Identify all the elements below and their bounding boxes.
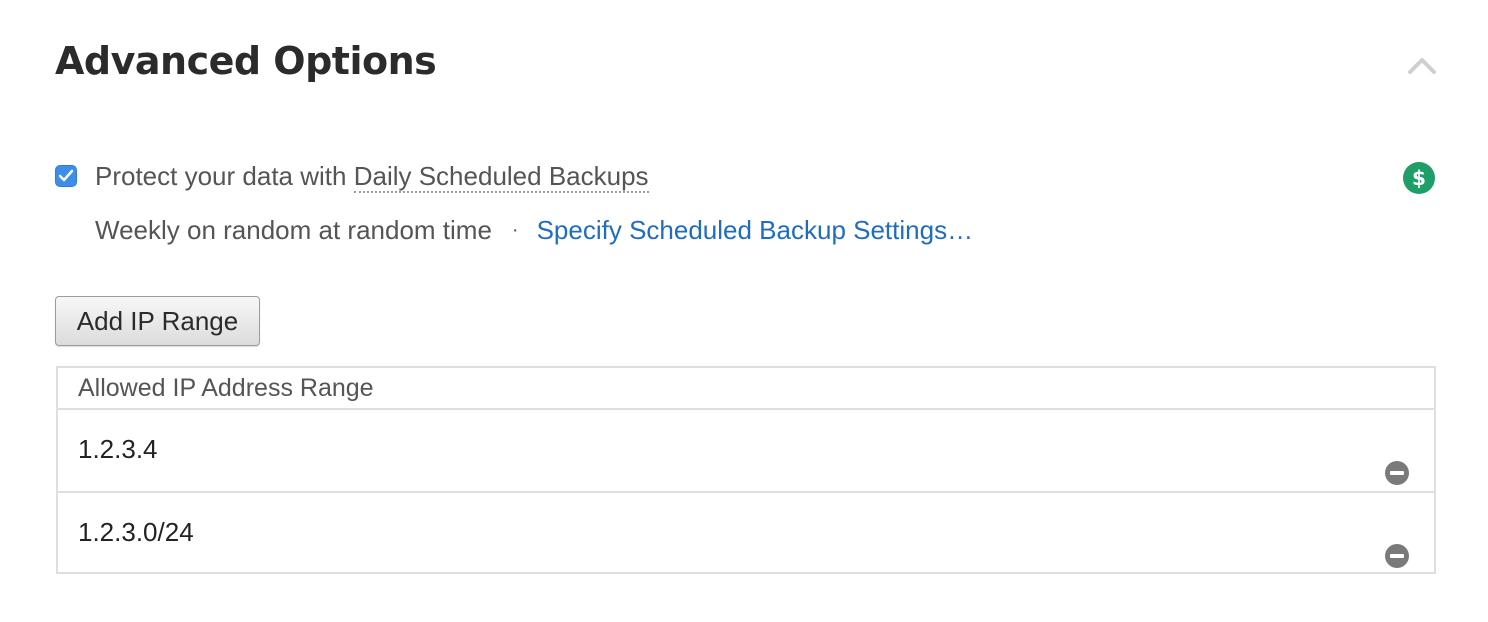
backup-checkbox[interactable] <box>55 165 77 187</box>
dollar-icon: $ <box>1403 162 1435 194</box>
ip-value: 1.2.3.0/24 <box>78 517 194 547</box>
backup-label-prefix: Protect your data with <box>95 161 347 191</box>
backup-schedule-row: Weekly on random at random time · Specif… <box>95 212 973 248</box>
svg-text:$: $ <box>1412 166 1426 190</box>
ip-value: 1.2.3.4 <box>78 434 158 464</box>
table-row: 1.2.3.0/24 <box>58 491 1434 572</box>
table-row: 1.2.3.4 <box>58 410 1434 491</box>
daily-backups-link[interactable]: Daily Scheduled Backups <box>353 161 649 193</box>
chevron-up-icon[interactable] <box>1404 50 1440 80</box>
add-ip-range-button[interactable]: Add IP Range <box>55 296 260 346</box>
backup-option-row: Protect your data with Daily Scheduled B… <box>55 158 649 194</box>
remove-icon[interactable] <box>1384 521 1410 568</box>
checkmark-icon <box>58 169 74 182</box>
backup-label: Protect your data with Daily Scheduled B… <box>95 158 649 194</box>
remove-icon[interactable] <box>1384 438 1410 485</box>
schedule-description: Weekly on random at random time <box>95 215 492 245</box>
table-header: Allowed IP Address Range <box>58 368 1434 410</box>
separator-dot: · <box>511 219 519 241</box>
backup-settings-link[interactable]: Specify Scheduled Backup Settings… <box>537 212 973 248</box>
section-title: Advanced Options <box>55 39 437 83</box>
ip-range-table: Allowed IP Address Range 1.2.3.4 1.2.3.0… <box>56 366 1436 574</box>
